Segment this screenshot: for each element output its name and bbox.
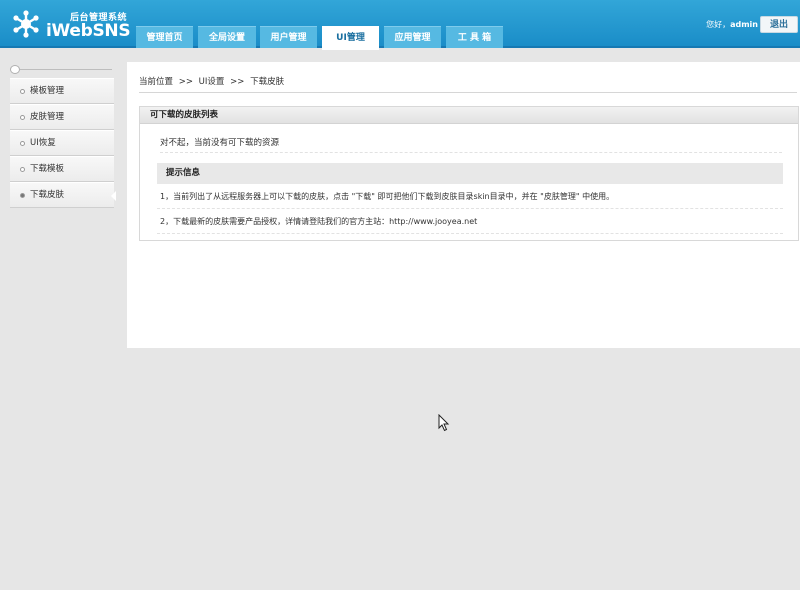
sidebar-item-label: 皮肤管理 — [30, 112, 65, 122]
bullet-icon — [20, 89, 25, 94]
breadcrumb-separator: >> — [178, 77, 193, 87]
logo[interactable]: 后台管理系统 iWebSNS — [12, 8, 132, 42]
sidebar-item-template-management[interactable]: 模板管理 — [10, 78, 114, 104]
tab-ui-management[interactable]: UI管理 — [322, 26, 379, 50]
tab-app-management[interactable]: 应用管理 — [384, 26, 441, 48]
tips-title: 提示信息 — [157, 163, 783, 184]
sidebar-item-download-template[interactable]: 下载模板 — [10, 156, 114, 182]
sidebar-collapse-handle[interactable] — [10, 62, 114, 78]
sidebar-item-label: 模板管理 — [30, 86, 65, 96]
breadcrumb-ui-settings[interactable]: UI设置 — [199, 77, 225, 87]
breadcrumb: 当前位置 >> UI设置 >> 下载皮肤 — [139, 75, 797, 93]
active-arrow-icon — [111, 191, 116, 201]
tips-box: 提示信息 1，当前列出了从远程服务器上可以下载的皮肤，点击 "下载" 即可把他们… — [157, 163, 783, 234]
bullet-icon — [20, 141, 25, 146]
skin-list-panel: 可下载的皮肤列表 对不起，当前没有可下载的资源 提示信息 1，当前列出了从远程服… — [139, 106, 799, 241]
tab-toolbox[interactable]: 工 具 箱 — [446, 26, 503, 48]
sidebar-divider — [20, 69, 112, 70]
logo-icon — [13, 10, 39, 38]
bullet-icon — [20, 115, 25, 120]
mouse-cursor-icon — [438, 414, 450, 432]
panel-title: 可下载的皮肤列表 — [140, 107, 798, 124]
tab-user-management[interactable]: 用户管理 — [260, 26, 317, 48]
sidebar-item-download-skin[interactable]: 下载皮肤 — [10, 182, 116, 208]
bullet-active-icon — [20, 193, 25, 198]
tip-line-2: 2，下载最新的皮肤需要产品授权，详情请登陆我们的官方主站：http://www.… — [157, 209, 783, 234]
breadcrumb-current-label: 当前位置 — [139, 77, 174, 87]
sidebar-item-label: 下载模板 — [30, 164, 65, 174]
tab-admin-home[interactable]: 管理首页 — [136, 26, 193, 48]
breadcrumb-download-skin: 下载皮肤 — [250, 77, 285, 87]
logo-name: iWebSNS — [46, 21, 131, 41]
bullet-icon — [20, 167, 25, 172]
tab-global-settings[interactable]: 全局设置 — [198, 26, 256, 48]
breadcrumb-separator: >> — [230, 77, 245, 87]
sidebar-item-ui-restore[interactable]: UI恢复 — [10, 130, 114, 156]
sidebar-item-label: 下载皮肤 — [30, 190, 65, 200]
sidebar: 模板管理 皮肤管理 UI恢复 下载模板 下载皮肤 — [10, 62, 116, 208]
collapse-knob-icon[interactable] — [10, 65, 20, 74]
no-resource-notice: 对不起，当前没有可下载的资源 — [160, 133, 782, 153]
main-content: 当前位置 >> UI设置 >> 下载皮肤 可下载的皮肤列表 对不起，当前没有可下… — [127, 62, 800, 348]
username: admin — [730, 20, 758, 29]
logout-button[interactable]: 退出 — [760, 16, 798, 33]
tip-line-1: 1，当前列出了从远程服务器上可以下载的皮肤，点击 "下载" 即可把他们下载到皮肤… — [157, 184, 783, 209]
sidebar-item-skin-management[interactable]: 皮肤管理 — [10, 104, 114, 130]
sidebar-item-label: UI恢复 — [30, 138, 56, 148]
top-header: 后台管理系统 iWebSNS 管理首页 全局设置 用户管理 UI管理 应用管理 … — [0, 0, 800, 50]
greeting: 您好，admin — [706, 19, 758, 30]
greeting-prefix: 您好， — [706, 20, 731, 29]
